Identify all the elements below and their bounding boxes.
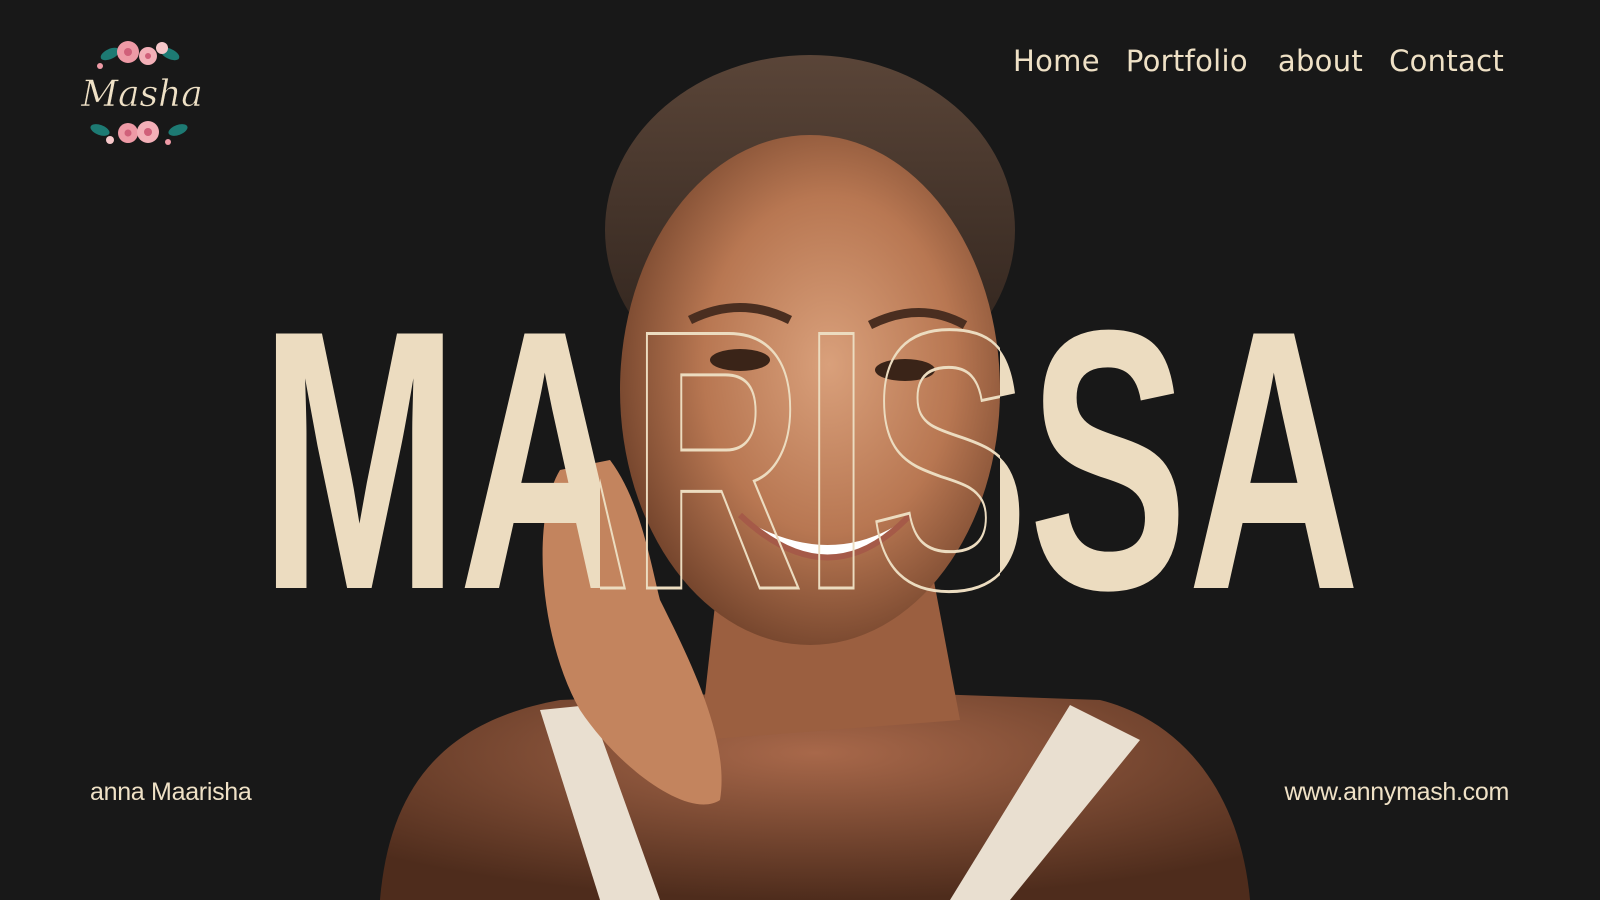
website-url-link[interactable]: www.annymash.com — [1285, 778, 1510, 807]
nav-contact-link[interactable]: Contact — [1389, 44, 1504, 78]
main-nav: Home Portfolio about Contact — [1013, 44, 1504, 78]
nav-portfolio-link[interactable]: Portfolio — [1126, 44, 1248, 78]
hero-title: MARISSA MARISSA MARISSA — [260, 253, 1360, 669]
nav-about-link[interactable]: about — [1278, 44, 1363, 78]
flower-icon — [97, 41, 180, 69]
nav-home-link[interactable]: Home — [1013, 44, 1100, 78]
logo-text: Masha — [80, 74, 202, 115]
flower-icon — [90, 121, 188, 145]
brand-logo[interactable]: Masha — [70, 30, 220, 160]
landing-page: MARISSA MARISSA MARISSA Masha Home Portf… — [0, 0, 1600, 900]
owner-name: anna Maarisha — [90, 778, 252, 806]
